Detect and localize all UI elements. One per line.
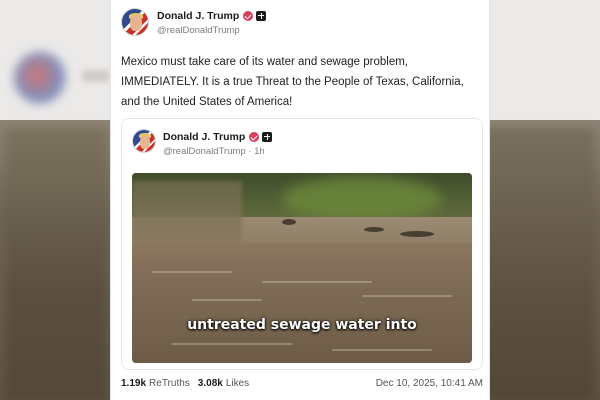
plus-badge-icon [262,131,273,142]
quoted-author-info: Donald J. Trump @realDonaldTrump · 1h [163,129,273,157]
plus-badge-icon [256,10,267,21]
retruths-count[interactable]: 1.19k [121,378,146,389]
likes-count[interactable]: 3.08k [198,378,223,389]
quoted-author-name[interactable]: Donald J. Trump [163,131,245,143]
likes-label[interactable]: Likes [226,378,249,389]
post-card: Donald J. Trump @realDonaldTrump Mexico … [110,0,490,400]
video-foliage [282,177,442,221]
author-handle[interactable]: @realDonaldTrump [157,25,266,36]
video-ripple [152,271,232,273]
video-ripple [262,281,372,283]
video-ripple [362,295,452,297]
verified-badge-icon [249,131,260,142]
background-avatar [14,52,66,104]
quoted-author-handle[interactable]: @realDonaldTrump · 1h [163,146,272,157]
video-ripple [332,349,432,351]
quoted-post[interactable]: Donald J. Trump @realDonaldTrump · 1h un… [121,118,483,370]
video-debris [364,227,384,232]
author-info: Donald J. Trump @realDonaldTrump [157,8,267,36]
background-right-image [484,128,594,400]
background-text-blur [82,70,110,82]
post-stats: 1.19k ReTruths 3.08k Likes Dec 10, 2025,… [121,378,483,389]
post-header: Donald J. Trump @realDonaldTrump [121,8,267,38]
video-debris [282,219,296,225]
quoted-post-header: Donald J. Trump @realDonaldTrump · 1h [132,129,273,157]
verified-badge-icon [243,10,254,21]
video-debris [400,231,434,237]
video-ripple [192,299,262,301]
quoted-author-name-row: Donald J. Trump [163,129,273,144]
author-avatar[interactable] [121,8,149,36]
video-ripple [172,343,292,345]
quoted-author-avatar[interactable] [132,129,156,153]
video-player[interactable]: untreated sewage water into [132,173,472,363]
background-left-image [6,128,106,400]
avatar-face [130,15,142,31]
post-timestamp[interactable]: Dec 10, 2025, 10:41 AM [376,378,483,389]
video-water [132,243,472,363]
retruths-label[interactable]: ReTruths [149,378,190,389]
video-brush [132,181,242,245]
post-body-text: Mexico must take care of its water and s… [121,56,464,108]
author-name-row: Donald J. Trump [157,8,267,23]
avatar-face [140,135,150,149]
author-name[interactable]: Donald J. Trump [157,10,239,22]
video-caption: untreated sewage water into [187,317,417,333]
